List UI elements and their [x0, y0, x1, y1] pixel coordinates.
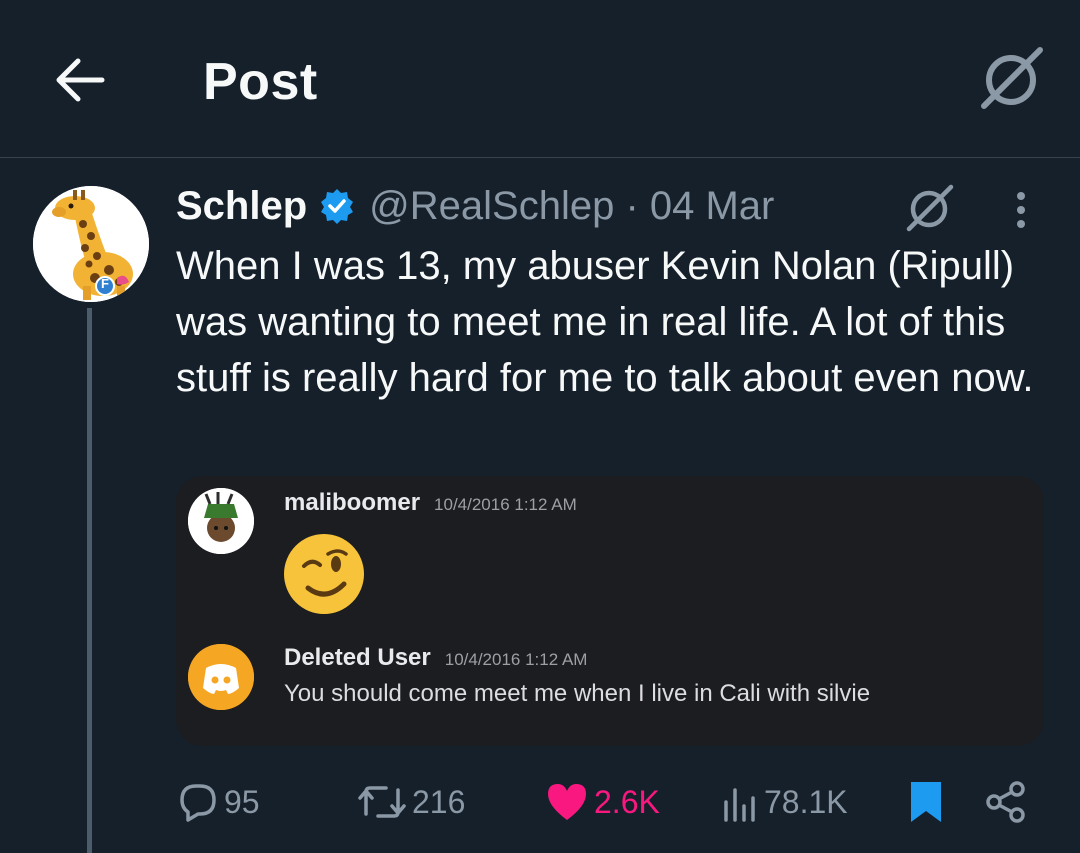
attached-image[interactable]: maliboomer 10/4/2016 1:12 AM Deleted User… [176, 476, 1044, 746]
heart-icon [548, 784, 586, 820]
author-name[interactable]: Schlep [176, 184, 307, 229]
grok-icon[interactable] [976, 44, 1046, 110]
discord-timestamp: 10/4/2016 1:12 AM [444, 650, 588, 669]
repost-count: 216 [412, 783, 466, 820]
discord-avatar [188, 488, 254, 554]
arrow-left-icon[interactable] [52, 55, 108, 105]
top-bar: Post [0, 0, 1080, 158]
discord-username: Deleted User [284, 644, 431, 671]
grok-icon[interactable] [903, 182, 955, 232]
views-button[interactable]: 78.1K [720, 772, 848, 832]
avatar-badge-label: F [101, 276, 109, 291]
discord-message-header: maliboomer 10/4/2016 1:12 AM [284, 489, 577, 517]
like-button[interactable]: 2.6K [544, 772, 660, 832]
page-title: Post [203, 53, 318, 111]
discord-message-header: Deleted User 10/4/2016 1:12 AM [284, 644, 587, 672]
reply-button[interactable]: 95 [176, 772, 260, 832]
discord-timestamp: 10/4/2016 1:12 AM [434, 495, 577, 514]
reply-icon [180, 784, 216, 822]
user-avatar-icon [188, 488, 254, 554]
winking-face-emoji-icon [284, 534, 364, 614]
tweet-text: When I was 13, my abuser Kevin Nolan (Ri… [176, 244, 1034, 400]
discord-username: maliboomer [284, 489, 421, 516]
discord-message-text: You should come meet me when I live in C… [284, 680, 871, 707]
verified-badge-icon [321, 189, 354, 224]
views-count: 78.1K [764, 783, 848, 820]
like-count: 2.6K [594, 783, 660, 820]
reply-count: 95 [224, 783, 260, 820]
repost-button[interactable]: 216 [356, 772, 465, 832]
discord-avatar [188, 644, 254, 710]
share-icon[interactable] [984, 780, 1028, 824]
repost-icon [358, 786, 406, 818]
avatar[interactable]: F [33, 186, 149, 302]
discord-logo-icon [188, 644, 254, 710]
handle-and-date[interactable]: @RealSchlep · 04 Mar [369, 184, 774, 229]
giraffe-avatar-icon [33, 186, 149, 302]
views-bar-chart-icon [724, 788, 755, 822]
bookmark-icon[interactable] [908, 780, 944, 824]
more-options-icon[interactable] [1008, 190, 1034, 230]
action-bar: 95 216 2.6K 78.1K [0, 772, 1080, 832]
tweet-header: Schlep @RealSchlep · 04 Mar [176, 184, 774, 228]
